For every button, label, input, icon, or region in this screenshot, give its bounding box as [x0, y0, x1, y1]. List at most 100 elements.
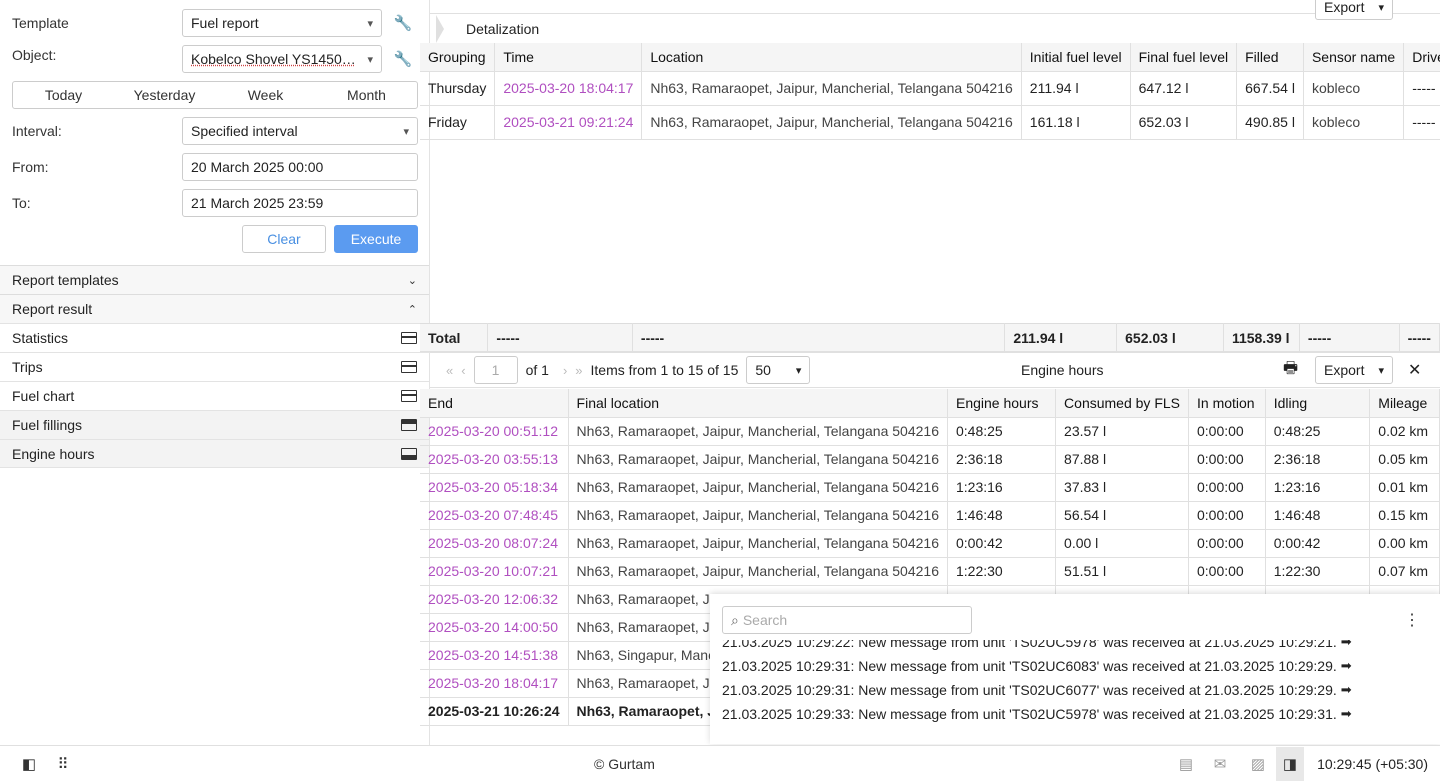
- messages-icon[interactable]: ▤: [1176, 754, 1196, 774]
- print-icon[interactable]: 🖶: [1283, 357, 1298, 384]
- table-row[interactable]: Thursday 2025-03-20 18:04:17 Nh63, Ramar…: [420, 71, 1440, 106]
- section-title: Report result: [12, 301, 93, 317]
- table-row[interactable]: 2025-03-20 03:55:13 Nh63, Ramaraopet, Jai…: [420, 445, 1440, 474]
- next-page-icon[interactable]: ›: [563, 363, 567, 378]
- time-link[interactable]: 2025-03-20 08:07:24: [420, 529, 569, 558]
- last-page-icon[interactable]: »: [575, 363, 582, 378]
- template-select[interactable]: Fuel report ▾: [182, 9, 382, 37]
- column-header[interactable]: Time: [494, 43, 643, 72]
- export-button[interactable]: Export ▾: [1315, 356, 1393, 384]
- first-page-icon[interactable]: «: [446, 363, 453, 378]
- column-header[interactable]: Idling: [1265, 389, 1371, 418]
- column-header[interactable]: Final fuel level: [1130, 43, 1238, 72]
- period-yesterday-button[interactable]: Yesterday: [114, 82, 215, 108]
- column-header[interactable]: Initial fuel level: [1021, 43, 1131, 72]
- notification-search-input[interactable]: ⌕ Search: [722, 606, 972, 634]
- table-cell: 51.51 l: [1055, 557, 1189, 586]
- time-link[interactable]: 2025-03-20 07:48:45: [420, 501, 569, 530]
- from-date-input[interactable]: 20 March 2025 00:00: [182, 153, 418, 181]
- close-icon[interactable]: ✕: [1408, 360, 1421, 380]
- report-result-section[interactable]: Report result ⌃: [0, 294, 429, 323]
- column-header[interactable]: Location: [641, 43, 1022, 72]
- table-cell: Nh63, Ramaraopet, Jaipur, Mancherial, Te…: [568, 445, 948, 474]
- wrench-icon[interactable]: 🔧: [393, 13, 413, 33]
- table-cell: -----: [487, 323, 633, 352]
- report-templates-section[interactable]: Report templates ⌄: [0, 265, 429, 294]
- result-item-fuel-fillings[interactable]: Fuel fillings: [0, 410, 429, 439]
- table-title: Engine hours: [1021, 362, 1104, 378]
- detalization-tab[interactable]: Detalization: [430, 15, 565, 43]
- clear-button[interactable]: Clear: [242, 225, 326, 253]
- page-number-input[interactable]: 1: [473, 356, 518, 384]
- arrow-right-icon[interactable]: ➡: [1341, 658, 1352, 674]
- table-row[interactable]: 2025-03-20 10:07:21 Nh63, Ramaraopet, Jai…: [420, 557, 1440, 586]
- mail-check-icon[interactable]: ✉: [1210, 754, 1230, 774]
- notifications-panel-icon[interactable]: ◨: [1276, 747, 1304, 781]
- time-link[interactable]: 2025-03-20 14:51:38: [420, 641, 569, 670]
- column-header[interactable]: Sensor name: [1303, 43, 1405, 72]
- table-row[interactable]: Friday 2025-03-21 09:21:24 Nh63, Ramarao…: [420, 105, 1440, 140]
- arrow-right-icon[interactable]: ➡: [1341, 706, 1352, 722]
- top-pane-icon[interactable]: [401, 419, 417, 431]
- bottom-pane-icon[interactable]: [401, 447, 417, 460]
- time-link[interactable]: 2025-03-21 09:21:24: [494, 105, 643, 140]
- time-link[interactable]: 2025-03-20 05:18:34: [420, 473, 569, 502]
- table-row[interactable]: 2025-03-20 08:07:24 Nh63, Ramaraopet, Jai…: [420, 529, 1440, 558]
- column-header[interactable]: In motion: [1188, 389, 1266, 418]
- table-cell: 652.03 l: [1116, 323, 1224, 352]
- column-header[interactable]: Driver: [1403, 43, 1440, 72]
- more-options-icon[interactable]: ⋮: [1404, 610, 1420, 630]
- notification-message[interactable]: 21.03.2025 10:29:31: New message from un…: [710, 654, 1440, 678]
- total-row: Total ----- ----- 211.94 l 652.03 l 1158…: [420, 323, 1440, 352]
- result-item-trips[interactable]: Trips: [0, 352, 429, 381]
- column-header[interactable]: Grouping: [420, 43, 496, 72]
- column-header[interactable]: End: [420, 389, 569, 418]
- time-link[interactable]: 2025-03-20 18:04:17: [420, 669, 569, 698]
- object-select[interactable]: Kobelco Shovel YS1450… ▾: [182, 45, 382, 73]
- apps-grid-icon[interactable]: ⠿: [53, 754, 73, 774]
- image-icon[interactable]: ▨: [1248, 754, 1268, 774]
- result-item-fuel-chart[interactable]: Fuel chart: [0, 381, 429, 410]
- page-size-select[interactable]: 50 ▾: [746, 356, 811, 384]
- notification-message[interactable]: 21.03.2025 10:29:31: New message from un…: [710, 678, 1440, 702]
- table-row[interactable]: 2025-03-20 05:18:34 Nh63, Ramaraopet, Jai…: [420, 473, 1440, 502]
- time-link[interactable]: 2025-03-20 10:07:21: [420, 557, 569, 586]
- wrench-icon[interactable]: 🔧: [393, 49, 413, 69]
- column-header[interactable]: Final location: [568, 389, 948, 418]
- arrow-right-icon[interactable]: ➡: [1341, 640, 1352, 650]
- result-item-statistics[interactable]: Statistics: [0, 323, 429, 352]
- time-link[interactable]: 2025-03-20 14:00:50: [420, 613, 569, 642]
- table-view-icon[interactable]: [401, 390, 417, 402]
- sidebar-toggle-icon[interactable]: ◧: [19, 754, 39, 774]
- period-month-button[interactable]: Month: [316, 82, 417, 108]
- column-header[interactable]: Consumed by FLS: [1055, 389, 1189, 418]
- table-cell: 0:00:00: [1188, 445, 1266, 474]
- table-row[interactable]: 2025-03-20 00:51:12 Nh63, Ramaraopet, Jai…: [420, 417, 1440, 446]
- arrow-right-icon[interactable]: ➡: [1341, 682, 1352, 698]
- result-item-engine-hours[interactable]: Engine hours: [0, 439, 429, 468]
- time-link[interactable]: 2025-03-20 18:04:17: [494, 71, 643, 106]
- time-link[interactable]: 2025-03-20 03:55:13: [420, 445, 569, 474]
- time-link[interactable]: 2025-03-20 00:51:12: [420, 417, 569, 446]
- table-view-icon[interactable]: [401, 332, 417, 344]
- table-row[interactable]: 2025-03-20 07:48:45 Nh63, Ramaraopet, Jai…: [420, 501, 1440, 530]
- period-week-button[interactable]: Week: [215, 82, 316, 108]
- interval-select[interactable]: Specified interval ▾: [182, 117, 418, 145]
- column-header[interactable]: Mileage: [1369, 389, 1440, 418]
- table-cell: Nh63, Ramaraopet, Jaipur, Mancherial, Te…: [568, 501, 948, 530]
- period-today-button[interactable]: Today: [13, 82, 114, 108]
- to-date-input[interactable]: 21 March 2025 23:59: [182, 189, 418, 217]
- message-text: 21.03.2025 10:29:31: New message from un…: [722, 682, 1337, 698]
- search-icon: ⌕: [731, 611, 739, 628]
- export-label: Export: [1324, 362, 1365, 378]
- table-view-icon[interactable]: [401, 361, 417, 373]
- notification-message[interactable]: 21.03.2025 10:29:33: New message from un…: [710, 702, 1440, 726]
- table-cell: 0:00:00: [1188, 417, 1266, 446]
- column-header[interactable]: Engine hours: [947, 389, 1057, 418]
- prev-page-icon[interactable]: ‹: [461, 363, 465, 378]
- column-header[interactable]: Filled: [1236, 43, 1304, 72]
- notification-message[interactable]: 21.03.2025 10:29:22: New message from un…: [710, 640, 1440, 654]
- time-link[interactable]: 2025-03-20 12:06:32: [420, 585, 569, 614]
- execute-button[interactable]: Execute: [334, 225, 418, 253]
- export-button-top[interactable]: Export ▾: [1315, 0, 1393, 20]
